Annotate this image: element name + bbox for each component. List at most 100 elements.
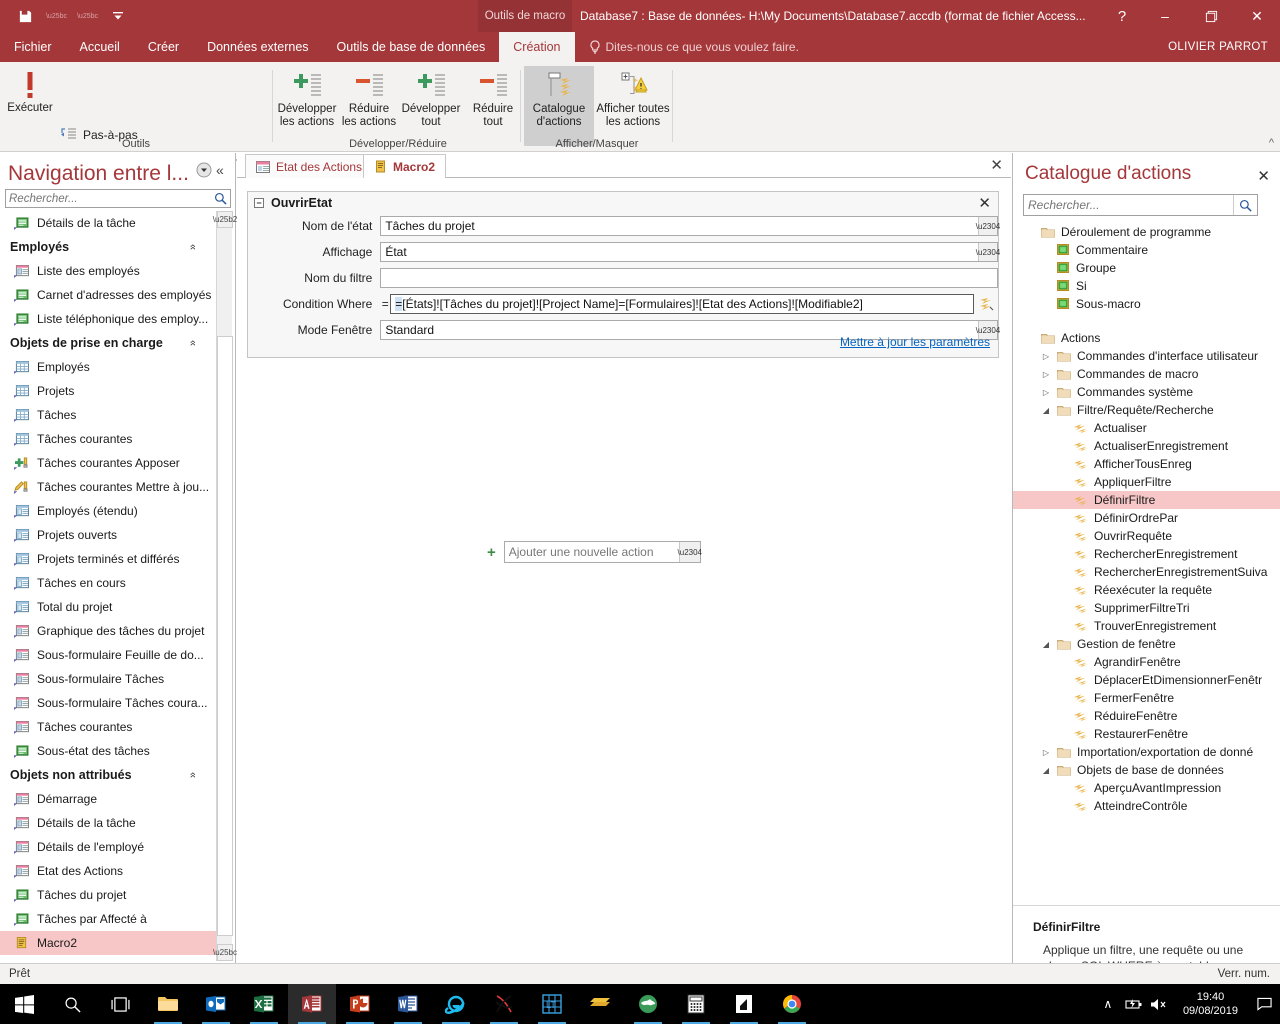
nav-item[interactable]: Employés (étendu): [0, 499, 218, 523]
collapse-ribbon-button[interactable]: ^: [1269, 137, 1274, 149]
catalog-tree-node[interactable]: RechercherEnregistrement: [1013, 545, 1280, 563]
close-button[interactable]: ✕: [1234, 0, 1280, 32]
excel-icon[interactable]: [240, 984, 288, 1024]
input-condition-where[interactable]: ==[États]![Tâches du projet]![Project Na…: [390, 294, 975, 314]
catalog-tree-node[interactable]: AgrandirFenêtre: [1013, 653, 1280, 671]
combo-affichage[interactable]: État \u2304: [380, 242, 1000, 262]
chevron-up-icon[interactable]: »: [187, 340, 199, 346]
calculator-icon[interactable]: [672, 984, 720, 1024]
access-icon[interactable]: [288, 984, 336, 1024]
catalog-tree-node[interactable]: ◢ Objets de base de données: [1013, 761, 1280, 779]
volume-muted-icon[interactable]: [1147, 998, 1173, 1011]
catalog-tree-node[interactable]: Sous-macro: [1013, 295, 1280, 313]
nav-item[interactable]: Projets terminés et différés: [0, 547, 218, 571]
word-icon[interactable]: [384, 984, 432, 1024]
chevron-up-icon[interactable]: »: [187, 244, 199, 250]
close-document-button[interactable]: ✕: [990, 156, 1003, 174]
expand-collapse-twisty-icon[interactable]: ▷: [1041, 370, 1051, 379]
ribbon-tab-creer[interactable]: Créer: [134, 32, 193, 62]
navigation-scrollbar[interactable]: \u25b2 \u25bc: [213, 211, 237, 961]
expand-collapse-twisty-icon[interactable]: ▷: [1041, 352, 1051, 361]
nav-item[interactable]: Total du projet: [0, 595, 218, 619]
catalog-tree-node[interactable]: AppliquerFiltre: [1013, 473, 1280, 491]
catalog-tree-node[interactable]: OuvrirRequête: [1013, 527, 1280, 545]
chevron-down-icon[interactable]: \u2304: [976, 243, 1000, 261]
nav-item[interactable]: Projets ouverts: [0, 523, 218, 547]
expand-actions-button[interactable]: Développer les actions: [276, 66, 338, 146]
catalog-tree-node[interactable]: ▷ Importation/exportation de donné: [1013, 743, 1280, 761]
nav-item[interactable]: Tâches courantes Apposer: [0, 451, 218, 475]
catalog-tree-node[interactable]: ActualiserEnregistrement: [1013, 437, 1280, 455]
globe-app-icon[interactable]: [624, 984, 672, 1024]
nav-item[interactable]: Sous-état des tâches: [0, 739, 218, 763]
ribbon-tab-accueil[interactable]: Accueil: [66, 32, 134, 62]
catalog-tree-node[interactable]: Réexécuter la requête: [1013, 581, 1280, 599]
add-new-action-combo[interactable]: Ajouter une nouvelle action \u2304: [503, 541, 702, 563]
catalog-tree-node[interactable]: RéduireFenêtre: [1013, 707, 1280, 725]
catalog-tree-node[interactable]: ◢ Filtre/Requête/Recherche: [1013, 401, 1280, 419]
nav-item[interactable]: Employés: [0, 355, 218, 379]
input-nom-du-filtre[interactable]: [380, 268, 998, 288]
macro-design-canvas[interactable]: − OuvrirEtat ✕ Nom de l'état Tâches du p…: [237, 178, 1011, 963]
update-parameters-link[interactable]: Mettre à jour les paramètres: [840, 335, 990, 349]
undo-icon[interactable]: \u25bc: [45, 5, 67, 27]
outlook-icon[interactable]: [192, 984, 240, 1024]
close-action-catalog-button[interactable]: ✕: [1257, 167, 1270, 185]
x-app-icon[interactable]: [480, 984, 528, 1024]
action-catalog-search-box[interactable]: [1023, 194, 1258, 216]
ribbon-tab-creation[interactable]: Création: [499, 32, 575, 62]
nav-item[interactable]: Sous-formulaire Tâches coura...: [0, 691, 218, 715]
nav-item[interactable]: Etat des Actions: [0, 859, 218, 883]
nav-scroll-down-button[interactable]: \u25bc: [213, 944, 237, 961]
nav-item[interactable]: Détails de la tâche: [0, 811, 218, 835]
ribbon-tab-fichier[interactable]: Fichier: [0, 32, 66, 62]
nav-item[interactable]: Tâches du projet: [0, 883, 218, 907]
expand-collapse-twisty-icon[interactable]: ▷: [1041, 388, 1051, 397]
help-button[interactable]: ?: [1102, 0, 1142, 32]
redo-icon[interactable]: \u25bc: [76, 5, 98, 27]
expand-collapse-twisty-icon[interactable]: ◢: [1041, 406, 1051, 415]
nav-item[interactable]: Sous-formulaire Tâches: [0, 667, 218, 691]
plus-icon[interactable]: +: [487, 544, 496, 561]
taskbar-clock[interactable]: 19:40 09/08/2019: [1173, 990, 1248, 1018]
search-icon[interactable]: [48, 984, 96, 1024]
customize-qat-icon[interactable]: [107, 5, 129, 27]
action-catalog-search-input[interactable]: [1024, 198, 1233, 212]
catalog-tree-node[interactable]: Actualiser: [1013, 419, 1280, 437]
nav-item[interactable]: Démarrage: [0, 787, 218, 811]
notification-icon[interactable]: [1248, 997, 1280, 1011]
catalog-tree-node[interactable]: RechercherEnregistrementSuiva: [1013, 563, 1280, 581]
internet-explorer-icon[interactable]: [432, 984, 480, 1024]
chrome-icon[interactable]: [768, 984, 816, 1024]
chevron-down-icon[interactable]: \u2304: [678, 542, 702, 562]
expand-collapse-twisty-icon[interactable]: ◢: [1041, 766, 1051, 775]
nav-item[interactable]: Liste téléphonique des employ...: [0, 307, 218, 331]
navigation-object-list[interactable]: Détails de la tâche Employés » Liste des em…: [0, 211, 218, 961]
nav-group-header[interactable]: Objets de prise en charge »: [0, 331, 218, 355]
catalog-tree-node[interactable]: ◢ Gestion de fenêtre: [1013, 635, 1280, 653]
expand-collapse-twisty-icon[interactable]: ◢: [1041, 640, 1051, 649]
nav-item[interactable]: Sous-formulaire Feuille de do...: [0, 643, 218, 667]
show-all-actions-button[interactable]: Afficher toutes les actions: [596, 66, 670, 146]
search-icon[interactable]: [1233, 195, 1257, 215]
catalog-tree-node[interactable]: Commentaire: [1013, 241, 1280, 259]
catalog-tree-node[interactable]: RestaurerFenêtre: [1013, 725, 1280, 743]
ribbon-tab-donnees-externes[interactable]: Données externes: [193, 32, 322, 62]
nav-item[interactable]: Détails de la tâche: [0, 211, 218, 235]
action-catalog-button[interactable]: Catalogue d'actions: [524, 66, 594, 146]
nav-item[interactable]: Graphique des tâches du projet: [0, 619, 218, 643]
catalog-tree-node[interactable]: ▷ Commandes d'interface utilisateur: [1013, 347, 1280, 365]
navigation-collapse-icon[interactable]: «: [216, 162, 224, 178]
catalog-tree-node[interactable]: AtteindreContrôle: [1013, 797, 1280, 815]
catalog-tree-node[interactable]: SupprimerFiltreTri: [1013, 599, 1280, 617]
nav-item[interactable]: Macro6: [0, 955, 218, 961]
chevron-down-icon[interactable]: \u2304: [976, 217, 1000, 235]
user-account-label[interactable]: OLIVIER PARROT: [1168, 32, 1268, 62]
nav-item[interactable]: Détails de l'employé: [0, 835, 218, 859]
task-view-icon[interactable]: [96, 984, 144, 1024]
nav-item[interactable]: Tâches en cours: [0, 571, 218, 595]
run-button[interactable]: Exécuter: [0, 68, 60, 115]
document-tab-etat-des-actions[interactable]: Etat des Actions: [245, 154, 374, 178]
nav-item[interactable]: Macro2: [0, 931, 218, 955]
navigation-shutter-button[interactable]: [196, 162, 212, 181]
